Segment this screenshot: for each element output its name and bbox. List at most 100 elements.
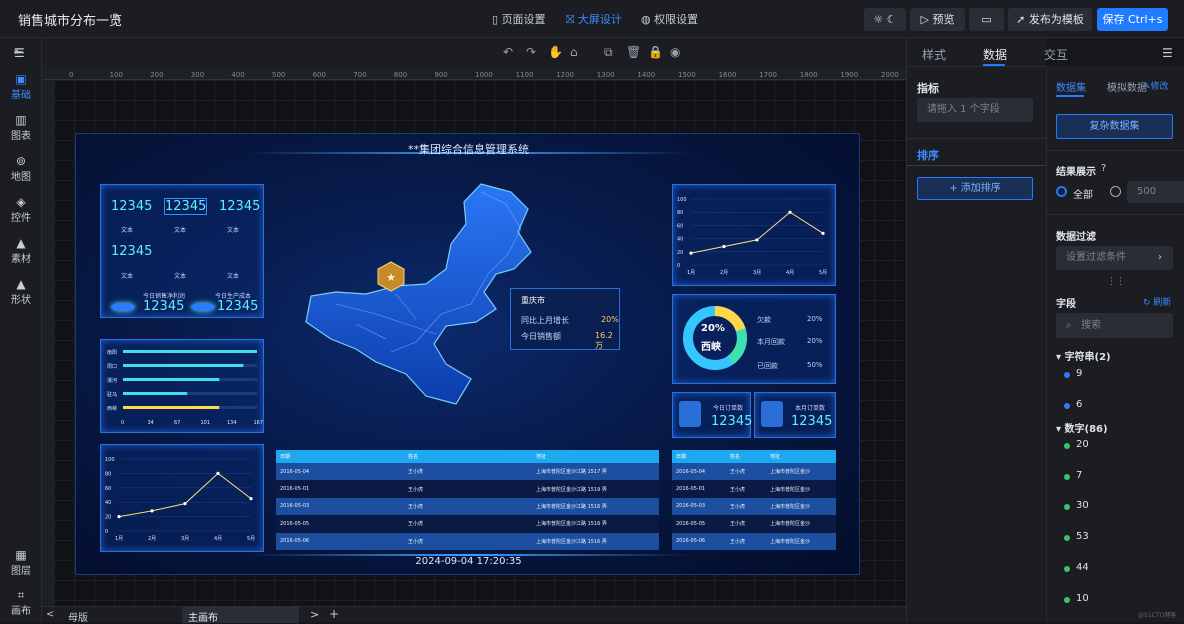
nav-layer[interactable]: ▦ 图层 — [0, 548, 42, 577]
field-item[interactable]: 53 — [1076, 531, 1089, 542]
radio-all[interactable] — [1056, 186, 1067, 197]
save-button[interactable]: 保存 Ctrl+s — [1097, 8, 1168, 31]
nav-map[interactable]: ⊚ 地图 — [0, 154, 42, 183]
lock-screen-icon[interactable]: ⌂ — [570, 45, 578, 59]
nav-base[interactable]: ▣ 基础 — [0, 72, 42, 101]
bar-chart-panel[interactable]: 南阳 周口 漯河 驻马 西峡 0 34 67 101 134 167 — [100, 339, 264, 433]
radio-limit[interactable] — [1110, 186, 1121, 197]
tab-data[interactable]: 数据 — [983, 46, 1007, 63]
field-type-dot — [1064, 473, 1070, 480]
add-tab-button[interactable]: + — [329, 607, 339, 621]
dashboard-screen[interactable]: **集团综合信息管理系统 12345 12345 12345 文本 文本 文本 … — [75, 133, 860, 575]
divider — [906, 165, 1046, 166]
field-item[interactable]: 44 — [1076, 562, 1089, 573]
table-header-cell: 日期 — [672, 450, 726, 463]
field-item[interactable]: 7 — [1076, 470, 1082, 481]
x-tick-label: 2月 — [148, 536, 156, 542]
limit-input[interactable]: 500 — [1127, 181, 1184, 203]
tab-permission[interactable]: ◍ 权限设置 — [641, 11, 698, 27]
redo-icon[interactable]: ↷ — [526, 45, 536, 59]
collapse-icon[interactable]: ⇤ — [14, 45, 23, 58]
prev-tab-button[interactable]: < — [46, 609, 54, 620]
tab-mock-data[interactable]: 模拟数据 — [1107, 79, 1147, 94]
table-row[interactable]: 2016-05-04 王小虎 上海市普陀区金沙江路 1517 弄 — [276, 463, 659, 481]
nav-shape[interactable]: ▲ 形状 — [0, 277, 42, 306]
table-row[interactable]: 2016-05-04 王小虎 上海市普陀区金沙 — [672, 463, 836, 481]
tab-interaction[interactable]: 交互 — [1044, 46, 1068, 63]
copy-dataset-button[interactable]: 复杂数据集 — [1056, 114, 1173, 139]
indicator-dropzone[interactable]: 请拖入 1 个字段 — [917, 98, 1033, 122]
table-row[interactable]: 2016-05-03 王小虎 上海市普陀区金沙江路 1516 弄 — [276, 497, 659, 516]
menu-icon[interactable]: ☰ — [1162, 46, 1173, 60]
stat-value: 12345 — [111, 244, 153, 259]
field-item[interactable]: 9 — [1076, 368, 1082, 379]
table-header-cell: 地址 — [766, 450, 836, 463]
stat-value-selected[interactable]: 12345 — [163, 198, 208, 215]
table-row[interactable]: 2016-05-03 王小虎 上海市普陀区金沙 — [672, 497, 836, 516]
field-item[interactable]: 30 — [1076, 500, 1089, 511]
tab-screen-design[interactable]: ⛝ 大屏设计 — [566, 11, 622, 27]
today-orders-label: 今日订单数 — [713, 405, 744, 412]
sort-title: 排序 — [917, 149, 939, 162]
copy-icon[interactable]: ⧉ — [604, 45, 613, 60]
screen-button[interactable]: ▭ — [969, 8, 1004, 31]
table-row[interactable]: 2016-05-01 王小虎 上海市普陀区金沙江路 1519 弄 — [276, 480, 659, 498]
table-cell: 上海市普陀区金沙江路 1516 弄 — [532, 515, 659, 533]
refresh-link[interactable]: ↻ 刷新 — [1143, 295, 1171, 308]
string-group[interactable]: ▾ 字符串(2) — [1056, 348, 1111, 363]
help-icon[interactable]: ? — [1101, 163, 1106, 174]
table-row[interactable]: 2016-05-06 王小虎 上海市普陀区金沙江路 1516 弄 — [276, 532, 659, 550]
edit-dataset-link[interactable]: ✎修改 — [1143, 79, 1169, 92]
filter-input[interactable]: 设置过滤条件 — [1056, 246, 1173, 270]
design-icon: ⛝ — [566, 13, 578, 26]
edit-icon[interactable]: ✎ — [112, 11, 122, 25]
property-panel — [906, 38, 1047, 622]
nav-widget[interactable]: ◈ 控件 — [0, 195, 42, 224]
table-cell: 王小虎 — [404, 532, 532, 550]
table-row[interactable]: 2016-05-05 王小虎 上海市普陀区金沙江路 1516 弄 — [276, 515, 659, 533]
data-point — [183, 502, 187, 506]
number-group[interactable]: ▾ 数字(86) — [1056, 420, 1108, 435]
table-cell: 上海市普陀区金沙江路 1516 弄 — [532, 497, 659, 516]
table-row[interactable]: 2016-05-05 王小虎 上海市普陀区金沙 — [672, 515, 836, 533]
field-search-input[interactable]: ⌕ 搜索 — [1056, 313, 1173, 338]
theme-toggle[interactable]: ☼ ☾ — [864, 8, 906, 31]
lock-icon[interactable]: 🔒 — [648, 45, 663, 59]
bar — [123, 378, 220, 381]
field-item[interactable]: 10 — [1076, 593, 1089, 604]
line-chart: 100 80 60 40 20 0 1月 2月 3月 4月 5月 — [677, 197, 827, 276]
stats-panel[interactable]: 12345 12345 12345 文本 文本 文本 12345 文本 文本 文… — [100, 184, 264, 318]
table-cell: 2016-05-04 — [276, 463, 404, 481]
add-sort-button[interactable]: + 添加排序 — [917, 177, 1033, 200]
line-chart-panel-right[interactable]: 100 80 60 40 20 0 1月 2月 3月 4月 5月 — [672, 184, 836, 286]
table-row[interactable]: 2016-05-06 王小虎 上海市普陀区金沙 — [672, 532, 836, 550]
donut-panel[interactable]: 20% 西峡 欠款 20% 本月回款 20% 已回款 50% — [672, 294, 836, 384]
tab-dataset[interactable]: 数据集 — [1056, 79, 1086, 94]
month-orders-card[interactable]: 本月订单数 12345 — [754, 392, 836, 438]
bar-tick-label: 134 — [227, 420, 237, 426]
data-table-small[interactable]: 日期 姓名 地址 2016-05-04 王小虎 上海市普陀区金沙 2016-05-01 王小虎… — [672, 450, 836, 550]
next-tab-button[interactable]: > — [310, 608, 319, 621]
nav-chart[interactable]: ▥ 图表 — [0, 113, 42, 142]
line-chart-panel-left[interactable]: 100 80 60 40 20 0 1月 2月 3月 4月 5月 — [100, 444, 264, 552]
data-table-large[interactable]: 日期 姓名 地址 2016-05-04 王小虎 上海市普陀区金沙江路 1517 弄 2016… — [276, 450, 659, 550]
publish-template-button[interactable]: ➚ 发布为模板 — [1008, 8, 1092, 31]
today-orders-card[interactable]: 今日订单数 12345 — [672, 392, 752, 438]
tab-page-settings[interactable]: ▯ 页面设置 — [492, 11, 546, 27]
table-row[interactable]: 2016-05-01 王小虎 上海市普陀区金沙 — [672, 480, 836, 498]
nav-canvas[interactable]: ⌗ 画布 — [0, 588, 42, 617]
table-cell: 上海市普陀区金沙 — [766, 463, 836, 481]
tab-label: 大屏设计 — [577, 13, 622, 26]
hand-icon[interactable]: ✋ — [548, 45, 563, 59]
field-item[interactable]: 6 — [1076, 399, 1082, 410]
delete-icon[interactable]: 🗑 — [626, 45, 641, 59]
donut-center-pct: 20% — [701, 323, 725, 334]
undo-icon[interactable]: ↶ — [503, 45, 513, 59]
field-item[interactable]: 20 — [1076, 439, 1089, 450]
tab-style[interactable]: 样式 — [922, 46, 946, 63]
nav-material[interactable]: ▲ 素材 — [0, 236, 42, 265]
preview-button[interactable]: ▷ 预览 — [910, 8, 965, 31]
drag-handle-icon[interactable]: ⋮⋮ — [1107, 277, 1125, 287]
eye-icon[interactable]: ◉ — [670, 45, 680, 59]
ruler-label: 0 — [69, 71, 74, 79]
